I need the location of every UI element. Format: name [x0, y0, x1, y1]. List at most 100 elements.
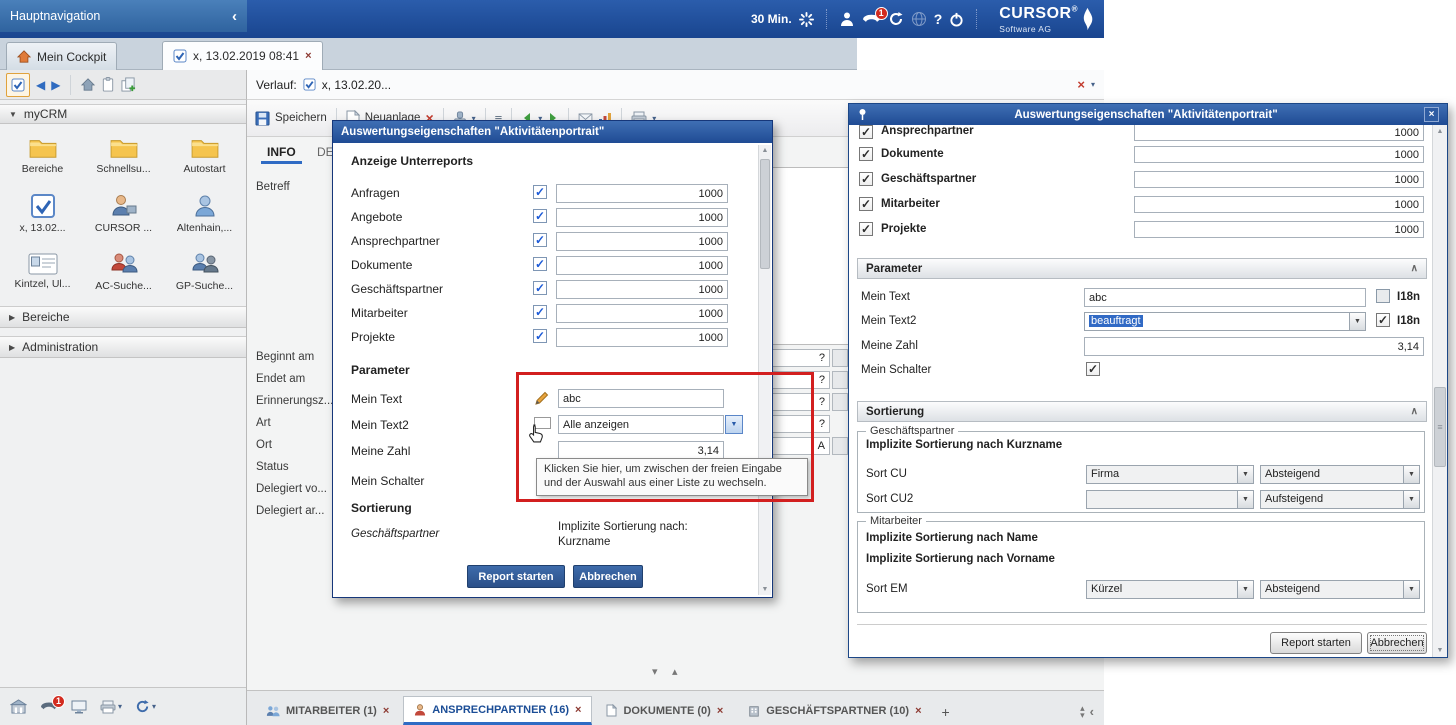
mein-text2-dropdown-button[interactable]: ▼	[725, 415, 743, 434]
pin-icon[interactable]	[857, 108, 868, 121]
sort-cu2-direction-combo[interactable]: Aufsteigend ▼	[1260, 490, 1420, 509]
subtab-dokumente[interactable]: DOKUMENTE (0) ×	[595, 696, 734, 725]
shortcut-contact[interactable]: Altenhain,...	[164, 184, 245, 242]
mein-text-input[interactable]	[558, 389, 724, 408]
form-field-fragment[interactable]: A	[770, 437, 830, 455]
history-dropdown-icon[interactable]: ▾	[1091, 80, 1095, 89]
sidebar-collapse-icon[interactable]: ‹	[232, 8, 237, 25]
refresh-icon[interactable]	[888, 11, 904, 27]
subtable-down-icon[interactable]: ▾	[1080, 712, 1085, 719]
combo-dropdown-icon[interactable]: ▼	[1403, 491, 1419, 508]
scroll-down-icon[interactable]: ▼	[1433, 647, 1447, 654]
history-entry[interactable]: x, 13.02.20...	[322, 78, 391, 92]
save-icon[interactable]	[255, 111, 270, 126]
subtab-close-icon[interactable]: ×	[915, 705, 921, 717]
report-start-button[interactable]: Report starten	[467, 565, 565, 588]
shortcut-ac-search[interactable]: AC-Suche...	[83, 242, 164, 300]
subreport-limit-input[interactable]	[556, 208, 728, 227]
scroll-down-icon[interactable]: ▼	[759, 586, 771, 593]
combo-dropdown-icon[interactable]: ▼	[1403, 581, 1419, 598]
user-icon[interactable]	[839, 11, 855, 27]
subreport-checkbox[interactable]: ✓	[859, 197, 873, 211]
help-icon[interactable]: ?	[934, 11, 943, 27]
subreport-checkbox[interactable]: ✓	[533, 305, 547, 319]
shortcut-gp-search[interactable]: GP-Suche...	[164, 242, 245, 300]
subreport-limit-input[interactable]	[1134, 221, 1424, 238]
subreport-limit-input[interactable]	[556, 280, 728, 299]
subreport-limit-input[interactable]	[556, 184, 728, 203]
subreport-checkbox[interactable]: ✓	[859, 172, 873, 186]
scroll-up-icon[interactable]: ▲	[759, 147, 771, 154]
shortcut-contact-card[interactable]: Kintzel, Ul...	[2, 242, 83, 300]
subreport-limit-input[interactable]	[1134, 146, 1424, 163]
scrollbar-thumb[interactable]	[760, 159, 770, 269]
subreport-checkbox[interactable]: ✓	[533, 329, 547, 343]
dialog-titlebar[interactable]: Auswertungseigenschaften "Aktivitätenpor…	[333, 121, 772, 143]
phone-icon[interactable]: 1	[40, 700, 58, 714]
subtab-close-icon[interactable]: ×	[717, 705, 723, 717]
german-flag-icon[interactable]	[534, 417, 551, 429]
tab-activity[interactable]: x, 13.02.2019 08:41 ×	[162, 41, 323, 70]
section-mycrm[interactable]: ▼ myCRM	[0, 104, 246, 124]
shortcut-activity[interactable]: x, 13.02...	[2, 184, 83, 242]
dialog-scrollbar[interactable]: ▲ ▼	[758, 145, 771, 595]
shortcut-autostart[interactable]: Autostart	[164, 126, 245, 184]
subreport-checkbox[interactable]: ✓	[533, 233, 547, 247]
subreport-limit-input[interactable]	[1134, 196, 1424, 213]
combo-dropdown-icon[interactable]: ▼	[1349, 313, 1365, 330]
add-subtab-button[interactable]: +	[936, 704, 956, 725]
subtab-close-icon[interactable]: ×	[575, 704, 581, 716]
mein-schalter-checkbox[interactable]: ✓	[1086, 362, 1100, 376]
combo-dropdown-icon[interactable]: ▼	[1237, 581, 1253, 598]
combo-dropdown-icon[interactable]: ▼	[1237, 466, 1253, 483]
subtab-ansprechpartner[interactable]: ANSPRECHPARTNER (16) ×	[403, 696, 592, 725]
subreport-checkbox[interactable]: ✓	[533, 281, 547, 295]
combo-dropdown-icon[interactable]: ▼	[1237, 491, 1253, 508]
cancel-button[interactable]: Abbrechen	[1367, 632, 1427, 654]
cancel-button[interactable]: Abbrechen	[573, 565, 643, 588]
subreport-limit-input[interactable]	[1134, 125, 1424, 141]
pencil-icon[interactable]	[534, 390, 550, 406]
i18n-checkbox[interactable]	[1376, 289, 1390, 303]
subreport-checkbox[interactable]: ✓	[533, 257, 547, 271]
splitter-collapse-icon[interactable]: ▾	[652, 665, 658, 678]
field-button[interactable]	[832, 349, 848, 367]
collapse-icon[interactable]: ∧	[1411, 406, 1418, 417]
combo-dropdown-icon[interactable]: ▼	[1403, 466, 1419, 483]
company-icon[interactable]	[10, 699, 27, 714]
scroll-up-icon[interactable]: ▲	[1433, 128, 1447, 135]
shortcut-bereiche[interactable]: Bereiche	[2, 126, 83, 184]
sort-em-direction-combo[interactable]: Absteigend ▼	[1260, 580, 1420, 599]
section-bereiche[interactable]: ▶ Bereiche	[0, 306, 246, 328]
form-field-fragment[interactable]: ?	[770, 415, 830, 433]
shortcut-schnellsuche[interactable]: Schnellsu...	[83, 126, 164, 184]
subreport-limit-input[interactable]	[556, 328, 728, 347]
save-button[interactable]: Speichern	[275, 112, 327, 124]
splitter-expand-icon[interactable]: ▴	[672, 665, 678, 678]
subreport-checkbox[interactable]: ✓	[533, 209, 547, 223]
nav-back-icon[interactable]: ◀	[36, 78, 45, 92]
sort-em-combo[interactable]: Kürzel ▼	[1086, 580, 1254, 599]
refresh-icon[interactable]	[135, 699, 150, 714]
section-sortierung-header[interactable]: Sortierung ∧	[857, 401, 1427, 422]
form-tab-info[interactable]: INFO	[261, 143, 302, 164]
shortcut-employee[interactable]: CURSOR ...	[83, 184, 164, 242]
subreport-checkbox[interactable]: ✓	[859, 222, 873, 236]
meine-zahl-input[interactable]	[1084, 337, 1424, 356]
dropdown-icon[interactable]: ▾	[152, 702, 156, 711]
sort-cu-combo[interactable]: Firma ▼	[1086, 465, 1254, 484]
section-administration[interactable]: ▶ Administration	[0, 336, 246, 358]
mein-text2-combo[interactable]: beauftragt ▼	[1084, 312, 1366, 331]
monitor-icon[interactable]	[71, 700, 87, 714]
form-field-fragment[interactable]: ?	[770, 371, 830, 389]
field-button[interactable]	[832, 437, 848, 455]
subtab-geschaeftspartner[interactable]: GESCHÄFTSPARTNER (10) ×	[737, 696, 932, 725]
collapse-icon[interactable]: ∧	[1411, 263, 1418, 274]
field-button[interactable]	[832, 393, 848, 411]
subreport-limit-input[interactable]	[556, 232, 728, 251]
dropdown-icon[interactable]: ▾	[118, 702, 122, 711]
dialog-titlebar[interactable]: Auswertungseigenschaften "Aktivitätenpor…	[849, 104, 1447, 125]
subreport-checkbox[interactable]: ✓	[859, 147, 873, 161]
history-clear-icon[interactable]: ×	[1077, 77, 1085, 92]
subtable-collapse-icon[interactable]: ‹	[1088, 704, 1096, 725]
